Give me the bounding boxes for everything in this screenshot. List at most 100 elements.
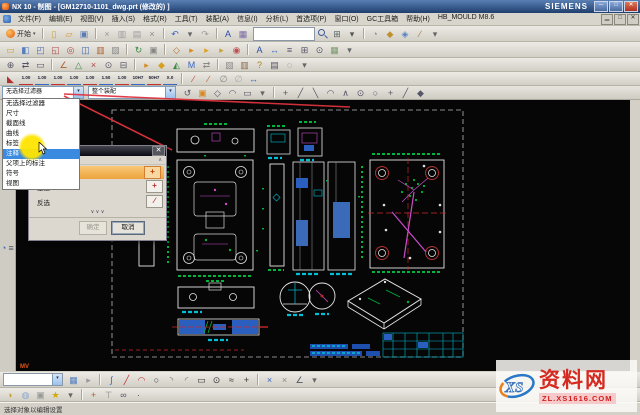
menu-item-10[interactable]: 窗口(O) xyxy=(331,13,363,25)
snap-quadrant-icon[interactable]: ◆ xyxy=(414,87,427,99)
extend-icon[interactable]: × xyxy=(278,374,291,386)
paste-icon[interactable]: ▤ xyxy=(131,28,144,40)
image-icon[interactable]: ▦ xyxy=(328,44,341,56)
shaded-view-icon[interactable]: ◍ xyxy=(19,389,32,401)
half-section-view-icon[interactable]: ▥ xyxy=(94,44,107,56)
corner-icon[interactable]: ∠ xyxy=(293,374,306,386)
save-file-icon[interactable]: ▣ xyxy=(78,28,91,40)
minimize-button[interactable]: ─ xyxy=(594,1,608,12)
studio-spline-icon[interactable]: ≈ xyxy=(225,374,238,386)
symbol-icon[interactable]: ⊙ xyxy=(313,44,326,56)
text-icon[interactable]: A xyxy=(253,44,266,56)
target-point-icon[interactable]: ⊙ xyxy=(102,59,115,71)
navigator-icon[interactable]: ◈ xyxy=(399,28,412,40)
chevron-down-icon[interactable]: ▾ xyxy=(52,374,62,385)
no-display-2-icon[interactable]: ∅ xyxy=(232,73,245,85)
tool-b-icon[interactable]: ⊤ xyxy=(102,389,115,401)
pan-icon[interactable]: ⇄ xyxy=(19,59,32,71)
selection-scope-combo[interactable]: 整个装配 ▾ xyxy=(88,86,176,99)
window-select-icon[interactable]: ⊟ xyxy=(117,59,130,71)
snap-end-icon[interactable]: ╱ xyxy=(294,87,307,99)
more-icon[interactable]: ▾ xyxy=(343,44,356,56)
snap-grid-icon[interactable]: ▦ xyxy=(67,374,80,386)
tool-a-icon[interactable]: + xyxy=(87,389,100,401)
dim-radial-icon[interactable]: 1.00 xyxy=(115,73,129,85)
polygon-icon[interactable]: ⊙ xyxy=(210,374,223,386)
menu-item-12[interactable]: 帮助(H) xyxy=(402,13,434,25)
select-object-icon[interactable]: + xyxy=(144,166,161,179)
snap-center-icon[interactable]: ⊙ xyxy=(354,87,367,99)
detail-view-icon[interactable]: ◎ xyxy=(64,44,77,56)
snap-vertex-icon[interactable]: ∧ xyxy=(339,87,352,99)
cancel-button[interactable]: 取消 xyxy=(111,221,145,235)
dim-hole-icon[interactable]: 10H7 xyxy=(131,73,145,85)
chevron-down-icon[interactable]: ▾ xyxy=(165,87,175,98)
filter-option-3[interactable]: 曲线 xyxy=(3,129,79,139)
corner-tool-icon[interactable]: ◣ xyxy=(4,73,17,85)
redo-icon[interactable]: ↷ xyxy=(199,28,212,40)
flip-arrow-icon[interactable]: ↔ xyxy=(247,73,260,85)
break-view-icon[interactable]: ▨ xyxy=(109,44,122,56)
point-icon[interactable]: + xyxy=(240,374,253,386)
move-view-icon[interactable]: ◇ xyxy=(170,44,183,56)
filter-option-6[interactable]: 父项上的标注 xyxy=(3,159,79,169)
more-2-icon[interactable]: · xyxy=(132,389,145,401)
ok-button[interactable]: 确定 xyxy=(79,221,107,235)
fit-icon[interactable]: ▭ xyxy=(34,59,47,71)
open-file-icon[interactable]: ▱ xyxy=(63,28,76,40)
menu-item-5[interactable]: 工具(T) xyxy=(171,13,202,25)
new-sheet-icon[interactable]: ▭ xyxy=(4,44,17,56)
select-more-icon[interactable]: ▾ xyxy=(256,87,269,99)
section-view-icon[interactable]: ◫ xyxy=(79,44,92,56)
command-finder-input[interactable] xyxy=(253,27,315,41)
dim-vertical-icon[interactable]: 1.00 xyxy=(35,73,49,85)
invert-selection-row[interactable]: 反选 ∕ xyxy=(29,194,166,209)
menu-item-4[interactable]: 格式(R) xyxy=(139,13,171,25)
snap-intersection-icon[interactable]: + xyxy=(384,87,397,99)
snap-enable-icon[interactable]: ▸ xyxy=(82,374,95,386)
roles-icon[interactable]: ◆ xyxy=(384,28,397,40)
menu-item-6[interactable]: 装配(A) xyxy=(202,13,233,25)
edit-view-icon[interactable]: ▣ xyxy=(147,44,160,56)
update-views-icon[interactable]: ↻ xyxy=(132,44,145,56)
swap-icon[interactable]: ⇄ xyxy=(200,59,213,71)
trim-icon[interactable]: × xyxy=(263,374,276,386)
wireframe-view-icon[interactable]: ▣ xyxy=(34,389,47,401)
previous-selection-icon[interactable]: ↺ xyxy=(181,87,194,99)
menu-item-11[interactable]: GC工具箱 xyxy=(363,13,403,25)
snap-point-icon[interactable]: + xyxy=(279,87,292,99)
drawing-book-icon[interactable]: ▥ xyxy=(238,59,251,71)
spark-icon[interactable]: ★ xyxy=(49,389,62,401)
filter-option-4[interactable]: 标签 xyxy=(3,139,79,149)
mold-tool-icon[interactable]: ◆ xyxy=(155,59,168,71)
arrow-style-1-icon[interactable]: ▸ xyxy=(185,44,198,56)
snap-mid-icon[interactable]: ╲ xyxy=(309,87,322,99)
menu-item-13[interactable]: HB_MOULD M8.6 xyxy=(434,13,498,25)
export-dwg-icon[interactable]: ▸ xyxy=(140,59,153,71)
dim-perpendicular-icon[interactable]: 1.00 xyxy=(67,73,81,85)
dialog-more-chevrons[interactable]: ∨ ∨ ∨ xyxy=(29,209,166,217)
help-tip-icon[interactable]: ? xyxy=(253,59,266,71)
filter-option-1[interactable]: 尺寸 xyxy=(3,109,79,119)
measure-angle-icon[interactable]: ∠ xyxy=(57,59,70,71)
stamp-icon[interactable]: ◭ xyxy=(170,59,183,71)
balloon-icon[interactable]: ◉ xyxy=(230,44,243,56)
edit-style-icon[interactable]: ∕ xyxy=(202,73,215,85)
dim-parallel-icon[interactable]: 1.00 xyxy=(51,73,65,85)
arrow-style-3-icon[interactable]: ▸ xyxy=(215,44,228,56)
check-icon[interactable]: △ xyxy=(72,59,85,71)
note-icon[interactable]: ≡ xyxy=(283,44,296,56)
table-icon[interactable]: ⊞ xyxy=(298,44,311,56)
search-icon[interactable] xyxy=(317,28,328,39)
navigator-tab-icon[interactable]: ≡ xyxy=(8,243,13,253)
zoom-icon[interactable]: ⊕ xyxy=(4,59,17,71)
view-wizard-icon[interactable]: ◧ xyxy=(19,44,32,56)
undo-icon[interactable]: ↶ xyxy=(169,28,182,40)
snap-arc-icon[interactable]: ◠ xyxy=(324,87,337,99)
bottom-combo[interactable]: ▾ xyxy=(3,373,63,386)
dim-chamfer-icon[interactable]: 1.50 xyxy=(99,73,113,85)
highlight-icon[interactable]: ▣ xyxy=(196,87,209,99)
menu-item-0[interactable]: 文件(F) xyxy=(14,13,45,25)
filter-option-0[interactable]: 无选择过滤器 xyxy=(3,99,79,109)
filter-option-7[interactable]: 符号 xyxy=(3,169,79,179)
